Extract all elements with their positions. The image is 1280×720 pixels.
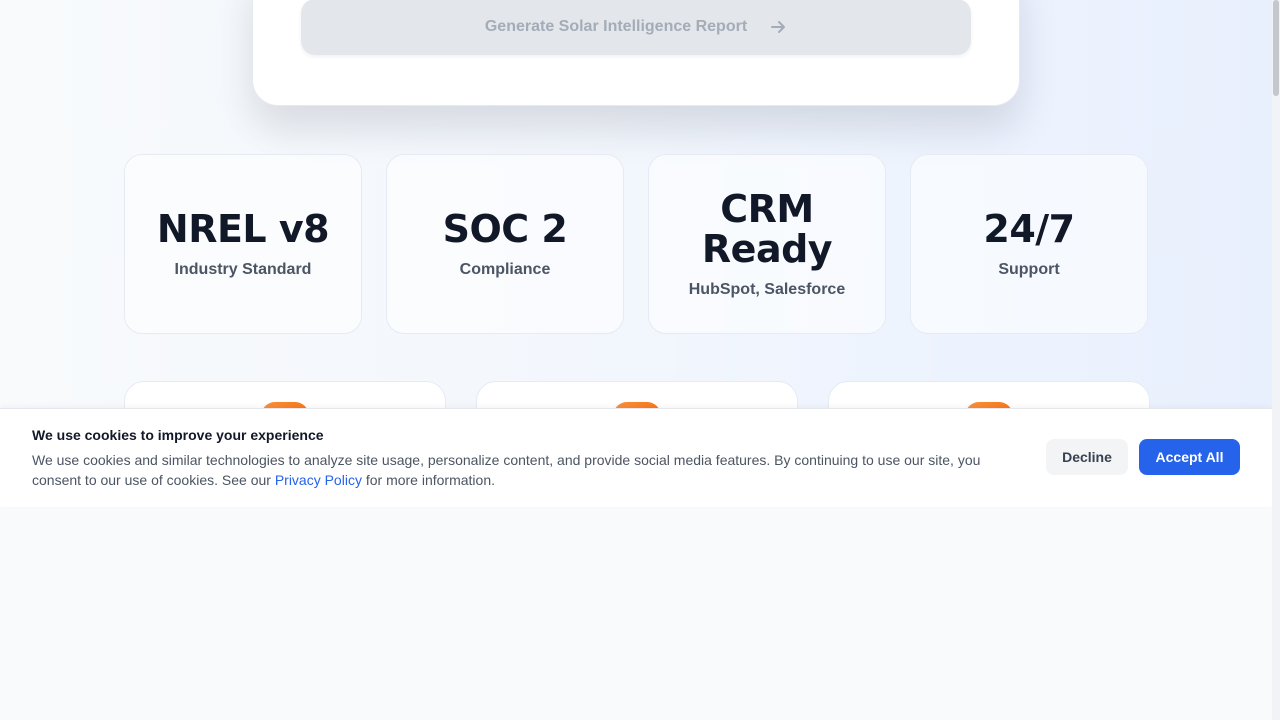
arrow-right-icon <box>769 18 787 36</box>
decline-cookies-button[interactable]: Decline <box>1046 439 1128 475</box>
report-form-card: Generate Solar Intelligence Report <box>252 0 1020 106</box>
stat-card-nrel: NREL v8 Industry Standard <box>124 154 362 334</box>
stat-label: Compliance <box>459 261 551 278</box>
page-lower-background <box>0 506 1280 720</box>
stat-card-crm: CRM Ready HubSpot, Salesforce <box>648 154 886 334</box>
cookie-title: We use cookies to improve your experienc… <box>32 427 324 443</box>
stat-card-support: 24/7 Support <box>910 154 1148 334</box>
stat-value: 24/7 <box>983 207 1075 251</box>
scrollbar-thumb[interactable] <box>1273 0 1279 96</box>
privacy-policy-link[interactable]: Privacy Policy <box>275 472 362 488</box>
generate-report-button[interactable]: Generate Solar Intelligence Report <box>301 0 971 55</box>
stat-label: Support <box>998 261 1060 278</box>
cookie-text-before: We use cookies and similar technologies … <box>32 452 981 488</box>
accept-all-cookies-button[interactable]: Accept All <box>1139 439 1240 475</box>
scrollbar-track[interactable] <box>1272 0 1280 720</box>
cookie-banner: We use cookies to improve your experienc… <box>0 408 1272 507</box>
cookie-text: We use cookies and similar technologies … <box>32 450 1032 490</box>
generate-report-label: Generate Solar Intelligence Report <box>484 18 748 35</box>
cookie-text-after: for more information. <box>361 472 496 488</box>
page: Generate Solar Intelligence Report NREL … <box>0 0 1280 720</box>
stat-value: SOC 2 <box>442 207 568 251</box>
stat-value: NREL v8 <box>156 207 330 251</box>
stat-value: CRM Ready <box>701 187 833 271</box>
stat-label: Industry Standard <box>174 261 312 278</box>
stat-label: HubSpot, Salesforce <box>688 281 846 298</box>
stat-card-soc2: SOC 2 Compliance <box>386 154 624 334</box>
